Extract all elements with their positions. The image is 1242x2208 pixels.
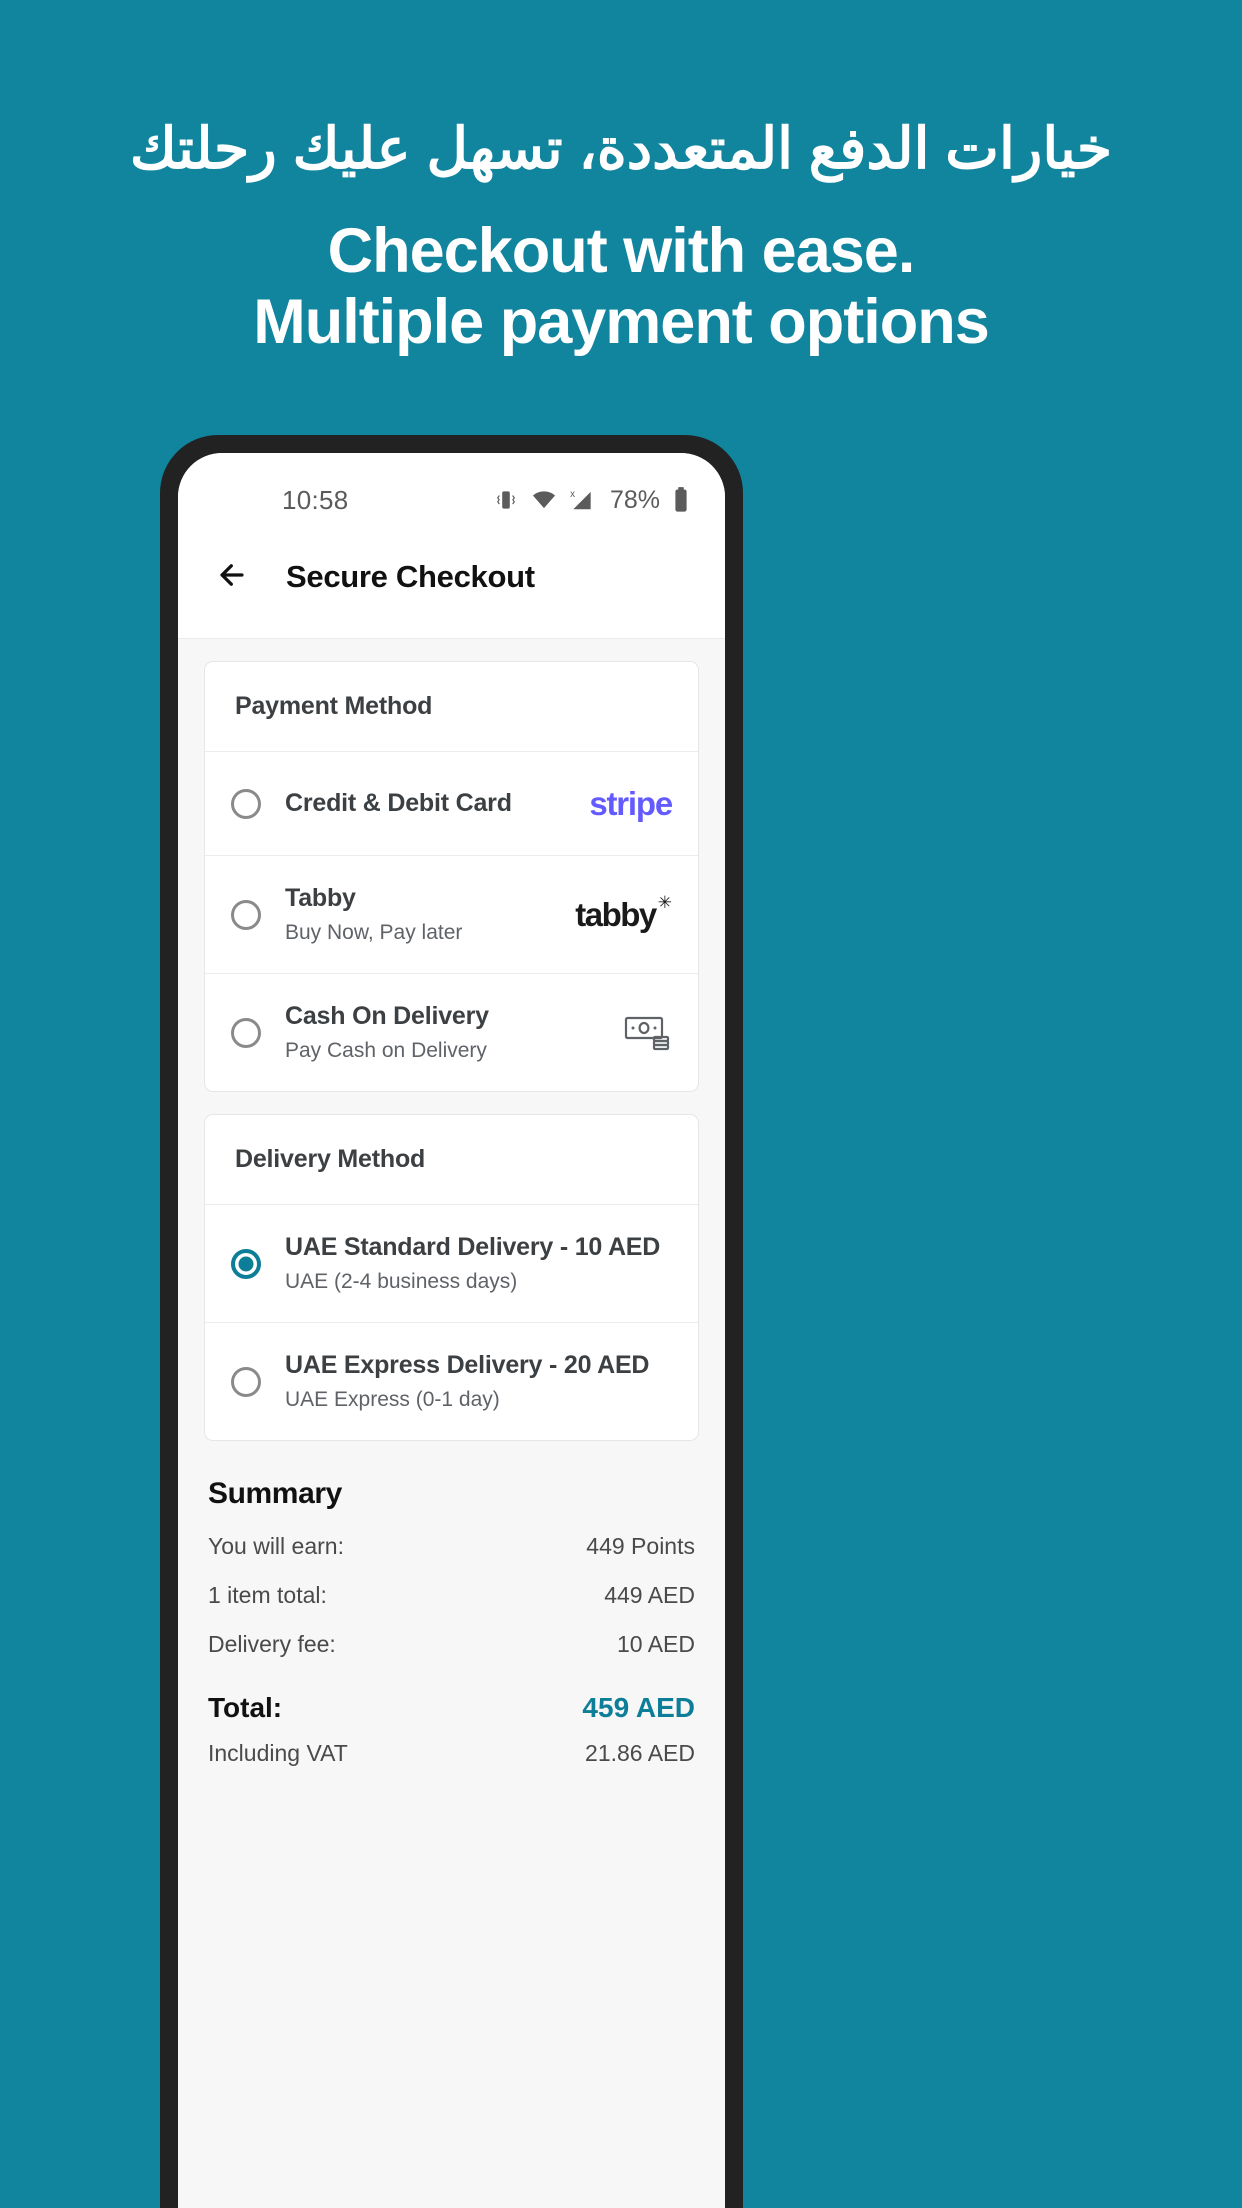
delivery-option-text: UAE Express Delivery - 20 AED UAE Expres… bbox=[285, 1351, 672, 1412]
payment-option-title: Credit & Debit Card bbox=[285, 789, 512, 817]
scroll-top-edge bbox=[178, 623, 725, 639]
arrow-left-icon bbox=[215, 558, 249, 597]
payment-option-cash-on-delivery[interactable]: Cash On Delivery Pay Cash on Delivery bbox=[205, 974, 698, 1091]
delivery-option-title: UAE Standard Delivery - 10 AED bbox=[285, 1233, 661, 1261]
radio-tabby[interactable] bbox=[231, 899, 261, 930]
stripe-logo: stripe bbox=[589, 784, 673, 823]
tabby-asterisk-icon: ✳ bbox=[657, 892, 672, 912]
back-button[interactable] bbox=[210, 555, 254, 599]
page-title: Secure Checkout bbox=[286, 559, 535, 594]
vibrate-icon bbox=[493, 487, 519, 513]
summary-row-points: You will earn: 449 Points bbox=[208, 1533, 695, 1560]
payment-option-text: Credit & Debit Card bbox=[285, 789, 577, 818]
summary-section: Summary You will earn: 449 Points 1 item… bbox=[204, 1477, 699, 1767]
summary-title: Summary bbox=[208, 1477, 342, 1510]
delivery-method-header: Delivery Method bbox=[205, 1115, 698, 1205]
summary-label: You will earn: bbox=[208, 1533, 344, 1559]
payment-option-tabby[interactable]: Tabby Buy Now, Pay later tabby ✳ bbox=[205, 856, 698, 974]
payment-method-header: Payment Method bbox=[205, 662, 698, 752]
payment-option-title: Tabby bbox=[285, 884, 356, 912]
summary-row-item-total: 1 item total: 449 AED bbox=[208, 1582, 695, 1609]
summary-value: 449 AED bbox=[604, 1582, 695, 1608]
summary-row-total: Total: 459 AED bbox=[208, 1692, 695, 1724]
payment-option-subtitle: Buy Now, Pay later bbox=[285, 921, 463, 944]
summary-vat-value: 21.86 AED bbox=[585, 1740, 695, 1766]
delivery-option-uae-express[interactable]: UAE Express Delivery - 20 AED UAE Expres… bbox=[205, 1323, 698, 1440]
payment-method-card: Payment Method Credit & Debit Card strip… bbox=[204, 661, 699, 1092]
battery-percentage-label: 78% bbox=[609, 485, 660, 514]
promo-english-line-2: Multiple payment options bbox=[253, 287, 990, 358]
battery-icon bbox=[671, 486, 691, 514]
delivery-option-text: UAE Standard Delivery - 10 AED UAE (2-4 … bbox=[285, 1233, 672, 1294]
promo-arabic-heading: خيارات الدفع المتعددة، تسهل عليك رحلتك bbox=[129, 117, 1113, 181]
delivery-option-uae-standard[interactable]: UAE Standard Delivery - 10 AED UAE (2-4 … bbox=[205, 1205, 698, 1323]
summary-row-delivery-fee: Delivery fee: 10 AED bbox=[208, 1631, 695, 1658]
summary-row-vat: Including VAT 21.86 AED bbox=[208, 1740, 695, 1767]
phone-mockup-frame: 10:58 x 78% Secure Checkout Payment Meth… bbox=[160, 435, 743, 2208]
payment-option-text: Tabby Buy Now, Pay later bbox=[285, 884, 563, 945]
summary-vat-label: Including VAT bbox=[208, 1740, 348, 1766]
app-bar: Secure Checkout bbox=[178, 531, 725, 623]
status-bar-time: 10:58 bbox=[282, 484, 349, 515]
summary-label: Delivery fee: bbox=[208, 1631, 336, 1657]
phone-screen: 10:58 x 78% Secure Checkout Payment Meth… bbox=[178, 453, 725, 2208]
delivery-method-card: Delivery Method UAE Standard Delivery - … bbox=[204, 1114, 699, 1441]
summary-value: 10 AED bbox=[617, 1631, 695, 1657]
cellular-signal-off-icon: x bbox=[569, 487, 595, 513]
payment-option-credit-debit-card[interactable]: Credit & Debit Card stripe bbox=[205, 752, 698, 856]
tabby-logo: tabby ✳ bbox=[575, 892, 672, 934]
wifi-icon bbox=[530, 487, 558, 513]
delivery-option-title: UAE Express Delivery - 20 AED bbox=[285, 1351, 650, 1379]
stripe-logo-text: stripe bbox=[589, 784, 673, 822]
radio-credit-debit-card[interactable] bbox=[231, 788, 261, 819]
summary-value: 449 Points bbox=[586, 1533, 695, 1559]
summary-total-value: 459 AED bbox=[582, 1692, 695, 1723]
summary-total-label: Total: bbox=[208, 1692, 283, 1723]
promo-english-heading: Checkout with ease. Multiple payment opt… bbox=[0, 216, 1242, 358]
status-bar-icons: x 78% bbox=[493, 486, 691, 515]
radio-uae-standard-delivery[interactable] bbox=[231, 1248, 261, 1279]
cash-banknote-icon bbox=[624, 1014, 672, 1052]
checkout-content[interactable]: Payment Method Credit & Debit Card strip… bbox=[178, 623, 725, 2208]
delivery-option-subtitle: UAE (2-4 business days) bbox=[285, 1270, 518, 1293]
promo-english-line-1: Checkout with ease. bbox=[327, 216, 916, 287]
payment-option-text: Cash On Delivery Pay Cash on Delivery bbox=[285, 1002, 612, 1063]
delivery-option-subtitle: UAE Express (0-1 day) bbox=[285, 1388, 500, 1411]
payment-option-title: Cash On Delivery bbox=[285, 1002, 489, 1030]
radio-cash-on-delivery[interactable] bbox=[231, 1017, 261, 1048]
payment-option-subtitle: Pay Cash on Delivery bbox=[285, 1039, 487, 1062]
promo-banner: خيارات الدفع المتعددة، تسهل عليك رحلتك C… bbox=[0, 0, 1242, 358]
svg-text:x: x bbox=[570, 489, 575, 500]
radio-uae-express-delivery[interactable] bbox=[231, 1366, 261, 1397]
status-bar: 10:58 x 78% bbox=[178, 453, 725, 531]
summary-label: 1 item total: bbox=[208, 1582, 327, 1608]
